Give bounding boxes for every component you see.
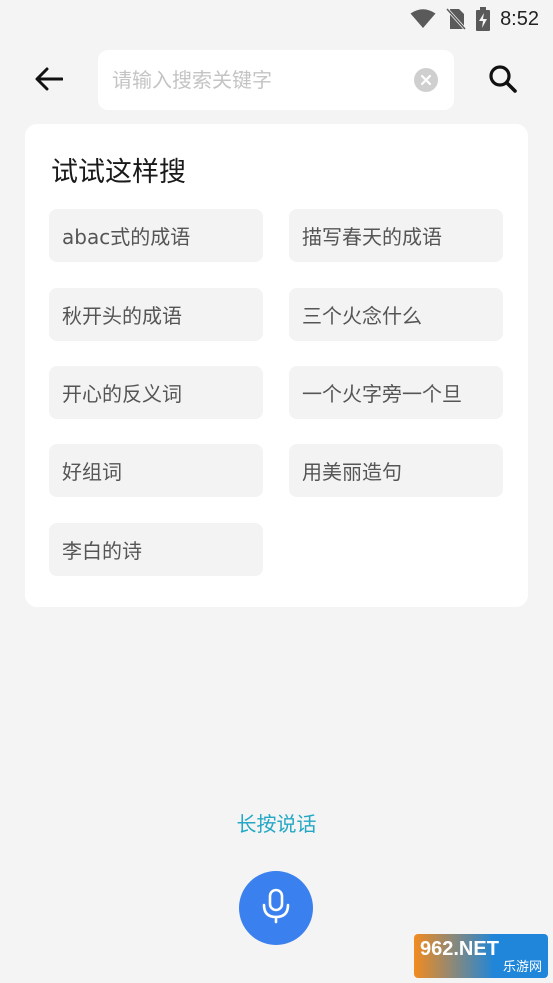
status-time: 8:52 xyxy=(500,7,539,30)
watermark-brand: 962.NET xyxy=(420,937,499,960)
hold-to-talk-label: 长按说话 xyxy=(236,812,317,836)
suggestion-chip[interactable]: 三个火念什么 xyxy=(289,288,503,341)
suggestions-title: 试试这样搜 xyxy=(51,157,186,188)
status-bar: 8:52 xyxy=(0,0,553,38)
clear-circle-icon xyxy=(420,71,432,90)
suggestion-chip[interactable]: 一个火字旁一个旦 xyxy=(289,366,503,419)
suggestion-chip[interactable]: abac式的成语 xyxy=(49,209,263,262)
watermark-logo: 962.NET 乐游网 xyxy=(414,934,548,978)
wifi-icon xyxy=(410,9,436,29)
suggestion-chip[interactable]: 开心的反义词 xyxy=(49,366,263,419)
magnifier-icon xyxy=(488,64,518,98)
battery-charging-icon xyxy=(476,7,491,31)
search-header xyxy=(0,48,553,112)
search-box xyxy=(98,50,454,110)
clear-button[interactable] xyxy=(414,68,438,92)
microphone-icon xyxy=(260,888,292,928)
suggestion-chip[interactable]: 好组词 xyxy=(49,444,263,497)
suggestion-chip[interactable]: 秋开头的成语 xyxy=(49,288,263,341)
watermark-site: 乐游网 xyxy=(502,959,542,975)
no-sim-icon xyxy=(446,8,467,30)
back-button[interactable] xyxy=(30,62,68,100)
suggestion-chip[interactable]: 李白的诗 xyxy=(49,523,263,576)
search-button[interactable] xyxy=(484,62,522,100)
suggestions-card: 试试这样搜 abac式的成语 描写春天的成语 秋开头的成语 三个火念什么 开心的… xyxy=(25,124,528,607)
search-input[interactable] xyxy=(112,50,402,110)
suggestion-chip[interactable]: 描写春天的成语 xyxy=(289,209,503,262)
voice-input-button[interactable] xyxy=(239,871,313,945)
arrow-left-icon xyxy=(35,67,64,95)
suggestion-chip[interactable]: 用美丽造句 xyxy=(289,444,503,497)
